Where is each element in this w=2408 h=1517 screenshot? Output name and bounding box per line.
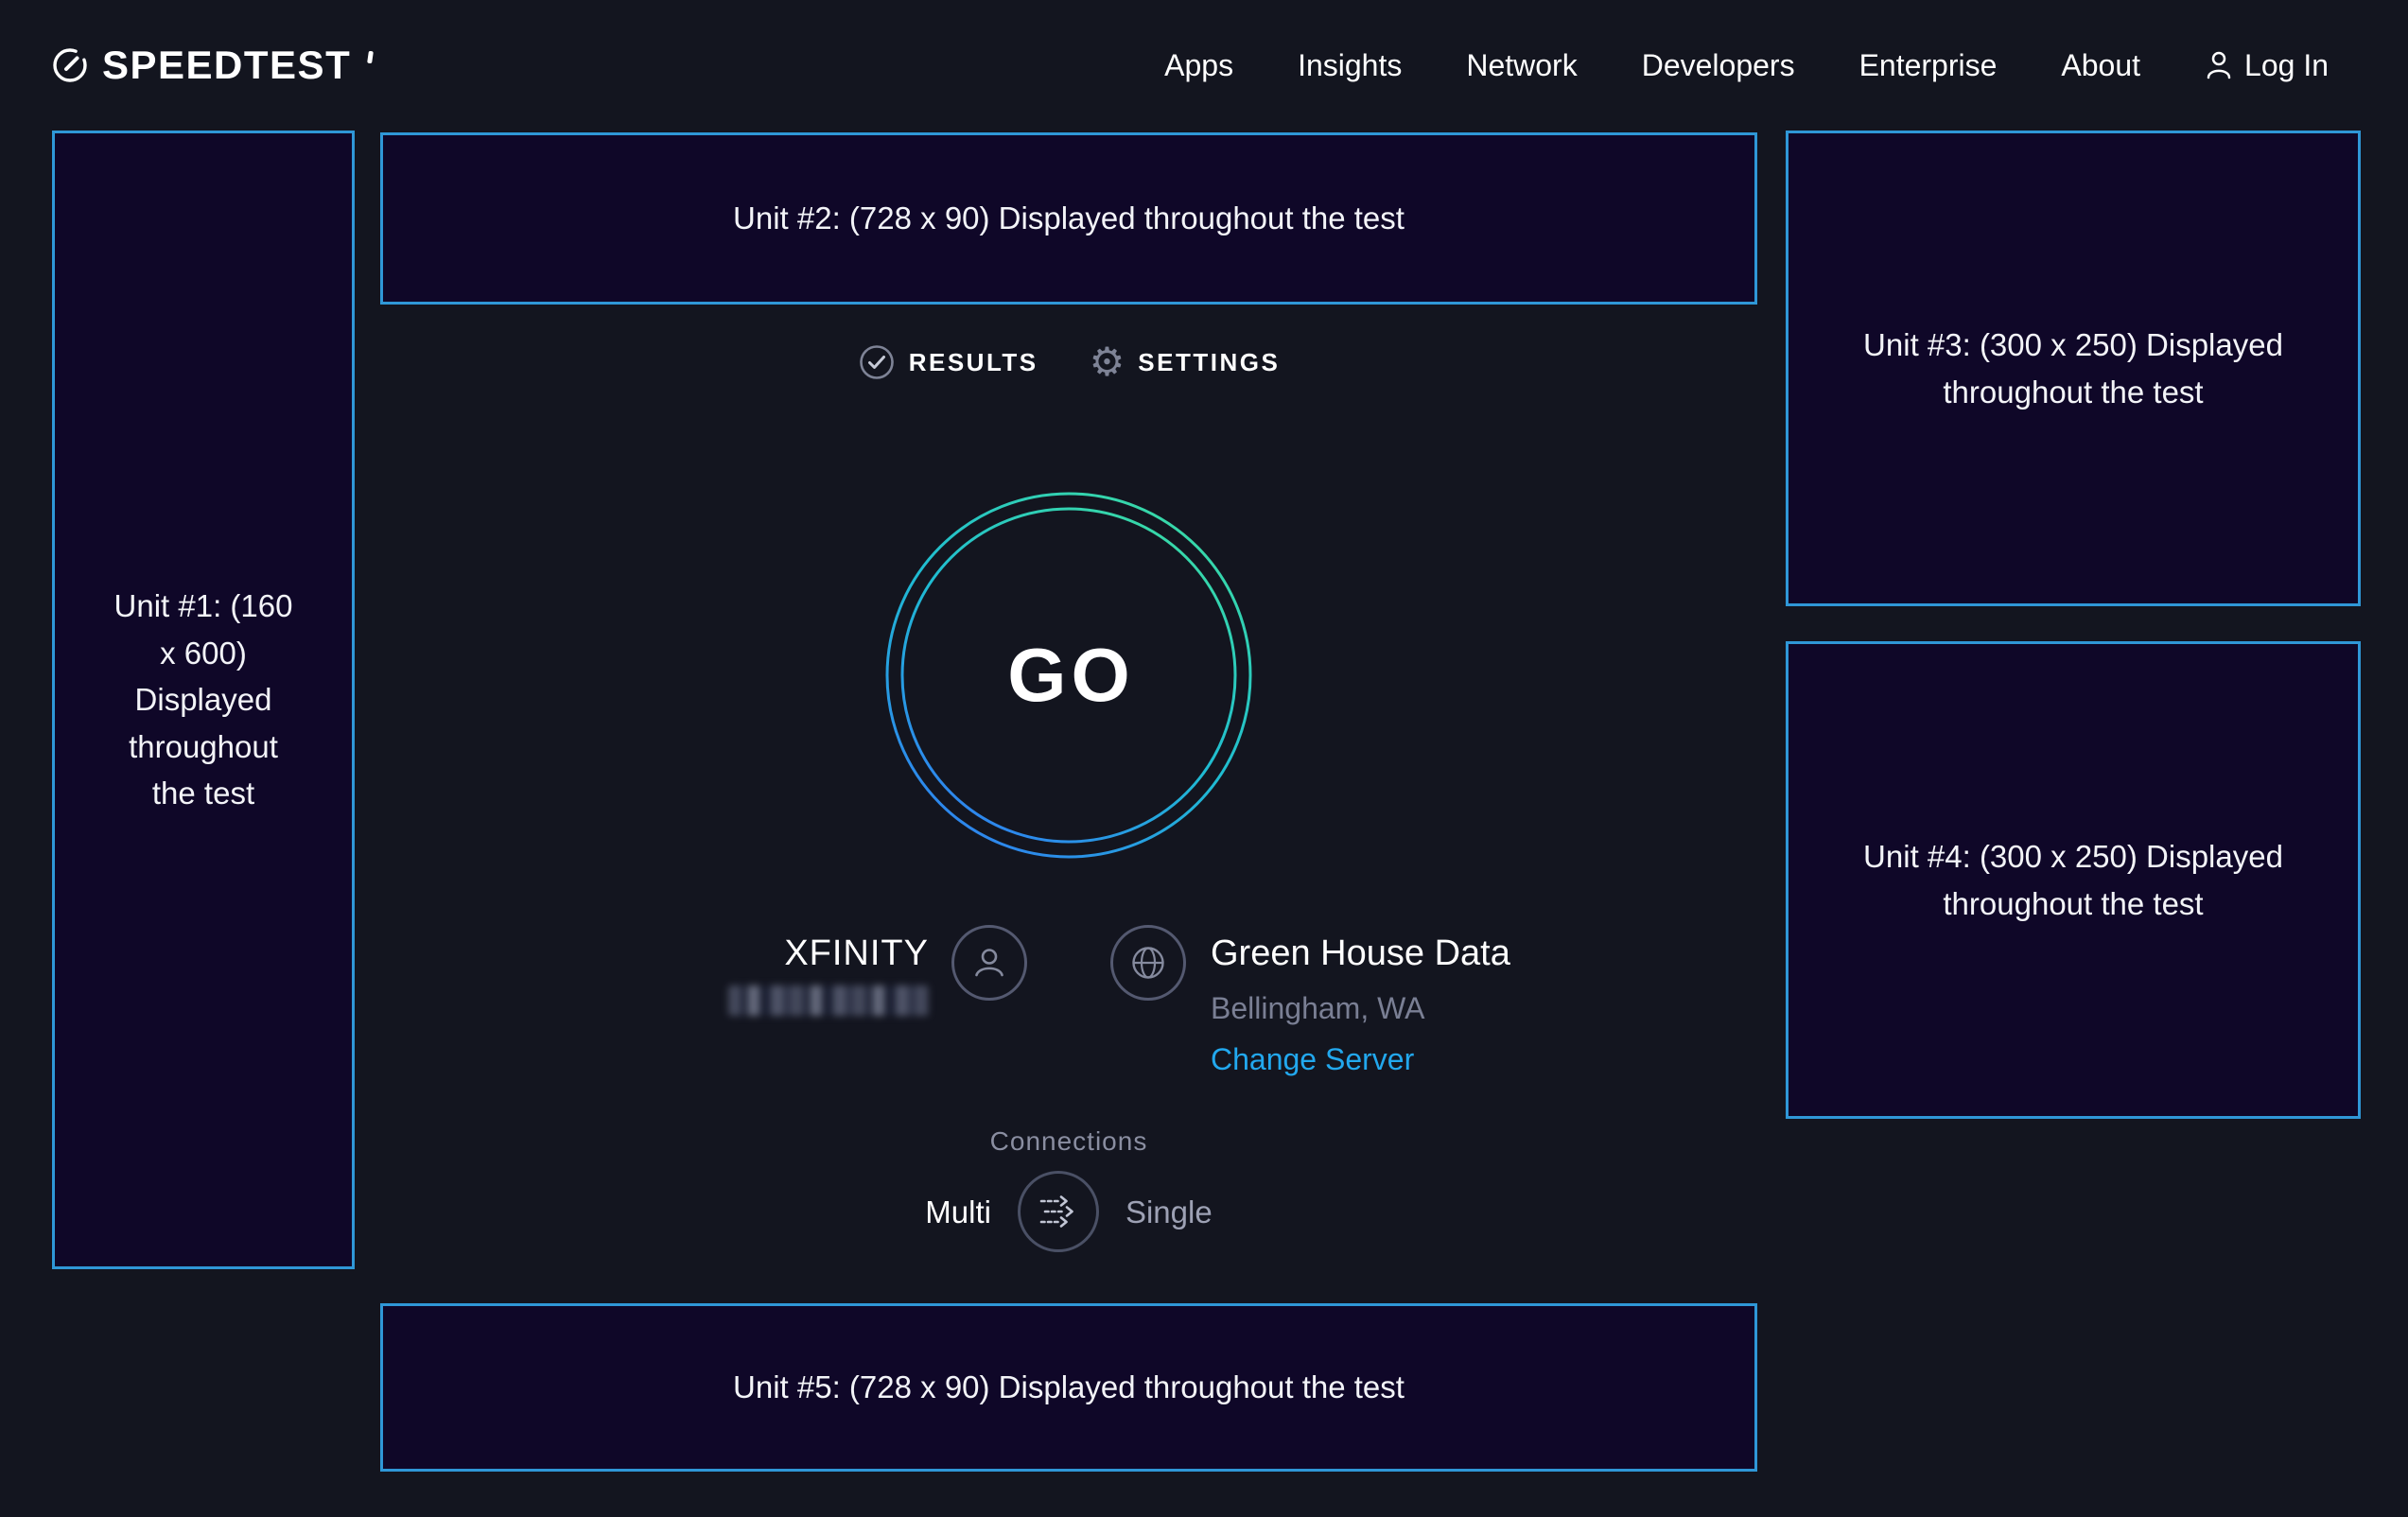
logo-wordmark: SPEEDTEST [102,45,351,85]
nav-item-enterprise[interactable]: Enterprise [1859,48,1998,83]
nav-menu: Apps Insights Network Developers Enterpr… [1164,48,2329,83]
nav-item-developers[interactable]: Developers [1642,48,1795,83]
login-label: Log In [2244,48,2329,83]
check-circle-icon [858,343,896,381]
connection-info-row: XFINITY [380,925,1757,1074]
gear-icon: ⚙ [1090,342,1125,382]
connections-toggle[interactable] [1018,1171,1099,1252]
tab-settings-label: SETTINGS [1138,348,1280,377]
person-icon [970,944,1008,982]
isp-details: XFINITY [728,925,929,1016]
connections-toggle-row: Multi Single [925,1171,1212,1252]
ad-unit-1-label: Unit #1: (160 x 600) Displayed throughou… [113,583,293,817]
server-location: Bellingham, WA [1211,993,1424,1023]
gauge-icon [52,47,88,83]
isp-badge[interactable] [951,925,1027,1001]
nav-item-about[interactable]: About [2061,48,2140,83]
redacted-ip-address [728,985,929,1016]
ad-unit-5-leaderboard: Unit #5: (728 x 90) Displayed throughout… [380,1303,1757,1472]
server-name: Green House Data [1211,935,1510,971]
server-details: Green House Data Bellingham, WA Change S… [1211,925,1510,1074]
ad-unit-2-leaderboard: Unit #2: (728 x 90) Displayed throughout… [380,132,1757,305]
isp-name: XFINITY [784,935,929,971]
speedtest-page: SPEEDTEST Apps Insights Network Develope… [0,0,2408,1517]
tab-results-label: RESULTS [909,348,1038,377]
nav-item-network[interactable]: Network [1466,48,1577,83]
tab-settings[interactable]: ⚙ SETTINGS [1090,342,1281,382]
ad-unit-3-label: Unit #3: (300 x 250) Displayed throughou… [1841,322,2305,415]
results-settings-tabs: RESULTS ⚙ SETTINGS [858,342,1281,382]
ad-unit-1-skyscraper: Unit #1: (160 x 600) Displayed throughou… [52,131,355,1269]
top-nav-bar: SPEEDTEST Apps Insights Network Develope… [0,0,2408,131]
speedtest-logo[interactable]: SPEEDTEST [52,45,373,85]
user-icon [2205,50,2233,80]
isp-block: XFINITY [380,925,1069,1074]
connections-label: Connections [990,1125,1148,1158]
server-block: Green House Data Bellingham, WA Change S… [1069,925,1757,1074]
ad-unit-4-rectangle: Unit #4: (300 x 250) Displayed throughou… [1786,641,2361,1119]
multi-option[interactable]: Multi [925,1196,991,1228]
go-button-label: GO [881,488,1256,863]
login-button[interactable]: Log In [2205,48,2329,83]
ad-unit-2-label: Unit #2: (728 x 90) Displayed throughout… [733,195,1405,242]
ad-unit-3-rectangle: Unit #3: (300 x 250) Displayed throughou… [1786,131,2361,606]
ad-unit-4-label: Unit #4: (300 x 250) Displayed throughou… [1841,833,2305,927]
change-server-link[interactable]: Change Server [1211,1044,1414,1074]
trademark-mark [367,51,374,64]
test-panel: RESULTS ⚙ SETTINGS GO [380,305,1757,1252]
tab-results[interactable]: RESULTS [858,343,1038,381]
globe-icon [1129,944,1167,982]
nav-item-insights[interactable]: Insights [1298,48,1402,83]
ad-unit-5-label: Unit #5: (728 x 90) Displayed throughout… [733,1364,1405,1411]
nav-item-apps[interactable]: Apps [1164,48,1233,83]
go-button[interactable]: GO [881,488,1256,863]
single-option[interactable]: Single [1125,1196,1213,1228]
server-badge[interactable] [1110,925,1186,1001]
multi-arrows-icon [1037,1194,1080,1229]
